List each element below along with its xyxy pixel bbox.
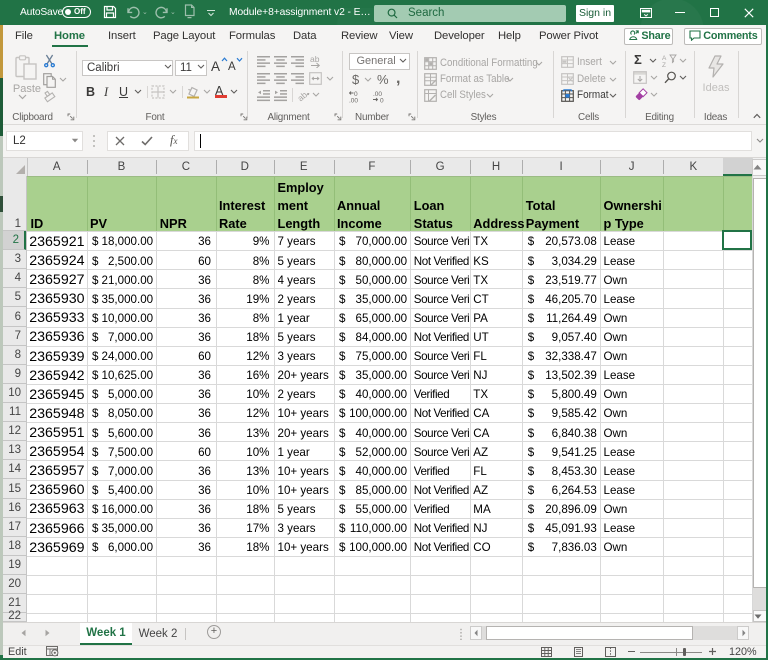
- svg-text:Z: Z: [662, 62, 666, 67]
- svg-text:ab: ab: [297, 89, 309, 102]
- svg-text:0: 0: [380, 98, 384, 104]
- svg-text:A: A: [662, 55, 667, 62]
- svg-text:ab: ab: [310, 55, 320, 64]
- svg-text:.00: .00: [349, 98, 358, 104]
